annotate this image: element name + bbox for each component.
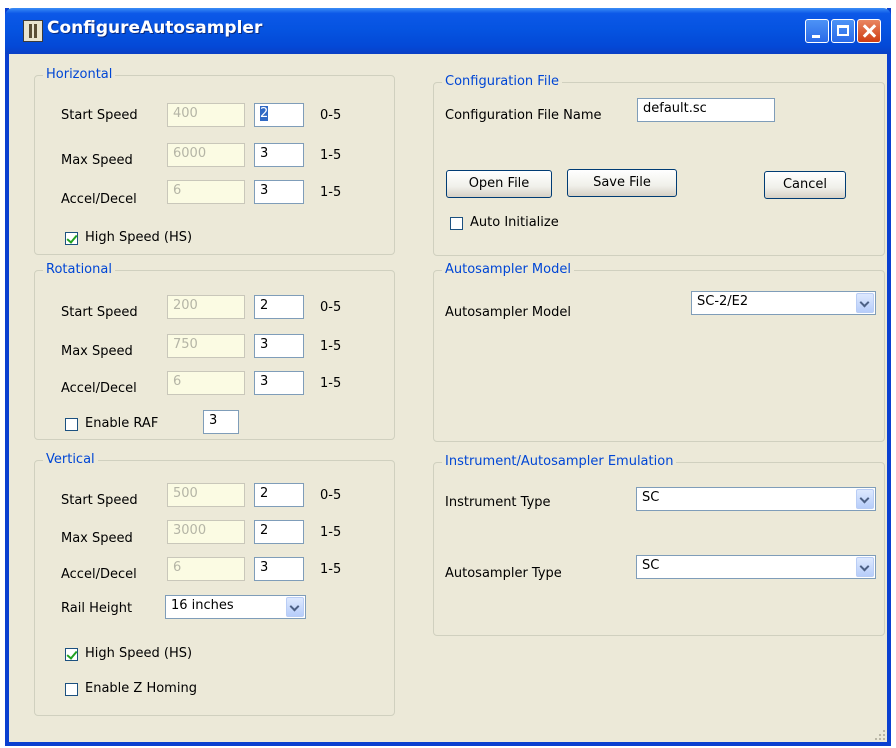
- z-homing-label[interactable]: Enable Z Homing: [85, 681, 197, 696]
- horizontal-group: Horizontal Start Speed 400 2 0-5 Max Spe…: [34, 67, 395, 255]
- close-button[interactable]: [857, 19, 881, 43]
- horizontal-high-speed-label[interactable]: High Speed (HS): [85, 230, 192, 245]
- instrument-type-value: SC: [642, 490, 660, 505]
- autosampler-type-label: Autosampler Type: [445, 566, 562, 581]
- vertical-max-speed-current: 3000: [167, 520, 245, 544]
- rotational-start-speed-input[interactable]: 2: [254, 295, 304, 319]
- z-homing-checkbox[interactable]: [65, 683, 78, 696]
- enable-raf-checkbox[interactable]: [65, 418, 78, 431]
- rail-height-value: 16 inches: [171, 598, 234, 613]
- open-file-button[interactable]: Open File: [446, 170, 552, 198]
- maximize-button[interactable]: [831, 19, 855, 43]
- minimize-button[interactable]: [805, 19, 829, 43]
- vertical-group: Vertical Start Speed 500 2 0-5 Max Speed…: [34, 452, 395, 716]
- instrument-type-select[interactable]: SC: [636, 487, 876, 511]
- configuration-file-group: Configuration File Configuration File Na…: [433, 74, 885, 256]
- vertical-legend: Vertical: [43, 452, 98, 467]
- auto-initialize-label[interactable]: Auto Initialize: [470, 215, 559, 230]
- rotational-max-speed-range: 1-5: [320, 339, 342, 354]
- rail-height-label: Rail Height: [61, 601, 133, 616]
- autosampler-model-group: Autosampler Model Autosampler Model SC-2…: [433, 262, 885, 442]
- rotational-accel-current: 6: [167, 371, 245, 395]
- autosampler-model-legend: Autosampler Model: [442, 262, 574, 277]
- horizontal-start-speed-label: Start Speed: [61, 108, 138, 123]
- autosampler-model-label: Autosampler Model: [445, 305, 571, 320]
- horizontal-start-speed-current: 400: [167, 103, 245, 127]
- vertical-accel-label: Accel/Decel: [61, 567, 137, 582]
- emulation-legend: Instrument/Autosampler Emulation: [442, 454, 677, 469]
- resize-grip[interactable]: [875, 730, 885, 740]
- instrument-type-label: Instrument Type: [445, 495, 551, 510]
- rotational-max-speed-input[interactable]: 3: [254, 334, 304, 358]
- vertical-start-speed-input[interactable]: 2: [254, 483, 304, 507]
- vertical-high-speed-label[interactable]: High Speed (HS): [85, 646, 192, 661]
- save-file-button[interactable]: Save File: [567, 169, 677, 197]
- vertical-start-speed-range: 0-5: [320, 488, 342, 503]
- configure-autosampler-window: ConfigureAutosampler Horizontal Start Sp…: [5, 8, 891, 746]
- enable-raf-input[interactable]: 3: [203, 410, 239, 434]
- autosampler-model-select[interactable]: SC-2/E2: [691, 291, 876, 315]
- config-file-name-label: Configuration File Name: [445, 108, 602, 123]
- rail-height-select[interactable]: 16 inches: [165, 595, 306, 619]
- vertical-max-speed-input[interactable]: 2: [254, 520, 304, 544]
- horizontal-start-speed-input[interactable]: 2: [254, 103, 304, 127]
- vertical-max-speed-range: 1-5: [320, 525, 342, 540]
- rotational-start-speed-label: Start Speed: [61, 305, 138, 320]
- horizontal-high-speed-checkbox[interactable]: [65, 232, 78, 245]
- rotational-max-speed-label: Max Speed: [61, 344, 133, 359]
- rotational-legend: Rotational: [43, 262, 115, 277]
- horizontal-accel-label: Accel/Decel: [61, 192, 137, 207]
- horizontal-legend: Horizontal: [43, 67, 116, 82]
- horizontal-max-speed-label: Max Speed: [61, 153, 133, 168]
- rotational-start-speed-current: 200: [167, 295, 245, 319]
- rotational-start-speed-range: 0-5: [320, 300, 342, 315]
- vertical-start-speed-label: Start Speed: [61, 493, 138, 508]
- vertical-accel-current: 6: [167, 557, 245, 581]
- chevron-down-icon[interactable]: [286, 597, 304, 617]
- rotational-accel-range: 1-5: [320, 376, 342, 391]
- rotational-max-speed-current: 750: [167, 334, 245, 358]
- app-icon: [23, 20, 43, 42]
- horizontal-max-speed-current: 6000: [167, 143, 245, 167]
- vertical-accel-range: 1-5: [320, 562, 342, 577]
- configuration-file-legend: Configuration File: [442, 74, 563, 89]
- chevron-down-icon[interactable]: [856, 557, 874, 577]
- title-bar[interactable]: ConfigureAutosampler: [5, 8, 891, 54]
- autosampler-type-value: SC: [642, 558, 660, 573]
- horizontal-accel-input[interactable]: 3: [254, 180, 304, 204]
- rotational-accel-input[interactable]: 3: [254, 371, 304, 395]
- autosampler-model-value: SC-2/E2: [697, 294, 749, 309]
- emulation-group: Instrument/Autosampler Emulation Instrum…: [433, 454, 885, 636]
- vertical-start-speed-current: 500: [167, 483, 245, 507]
- horizontal-accel-current: 6: [167, 180, 245, 204]
- cancel-button[interactable]: Cancel: [764, 171, 846, 199]
- chevron-down-icon[interactable]: [856, 293, 874, 313]
- horizontal-accel-range: 1-5: [320, 185, 342, 200]
- vertical-accel-input[interactable]: 3: [254, 557, 304, 581]
- window-title: ConfigureAutosampler: [47, 18, 263, 38]
- enable-raf-label[interactable]: Enable RAF: [85, 416, 158, 431]
- rotational-group: Rotational Start Speed 200 2 0-5 Max Spe…: [34, 262, 395, 440]
- rotational-accel-label: Accel/Decel: [61, 381, 137, 396]
- autosampler-type-select[interactable]: SC: [636, 555, 876, 579]
- horizontal-start-speed-range: 0-5: [320, 108, 342, 123]
- chevron-down-icon[interactable]: [856, 489, 874, 509]
- vertical-max-speed-label: Max Speed: [61, 531, 133, 546]
- horizontal-max-speed-input[interactable]: 3: [254, 143, 304, 167]
- vertical-high-speed-checkbox[interactable]: [65, 648, 78, 661]
- horizontal-max-speed-range: 1-5: [320, 148, 342, 163]
- auto-initialize-checkbox[interactable]: [450, 217, 463, 230]
- config-file-name-input[interactable]: default.sc: [637, 98, 775, 122]
